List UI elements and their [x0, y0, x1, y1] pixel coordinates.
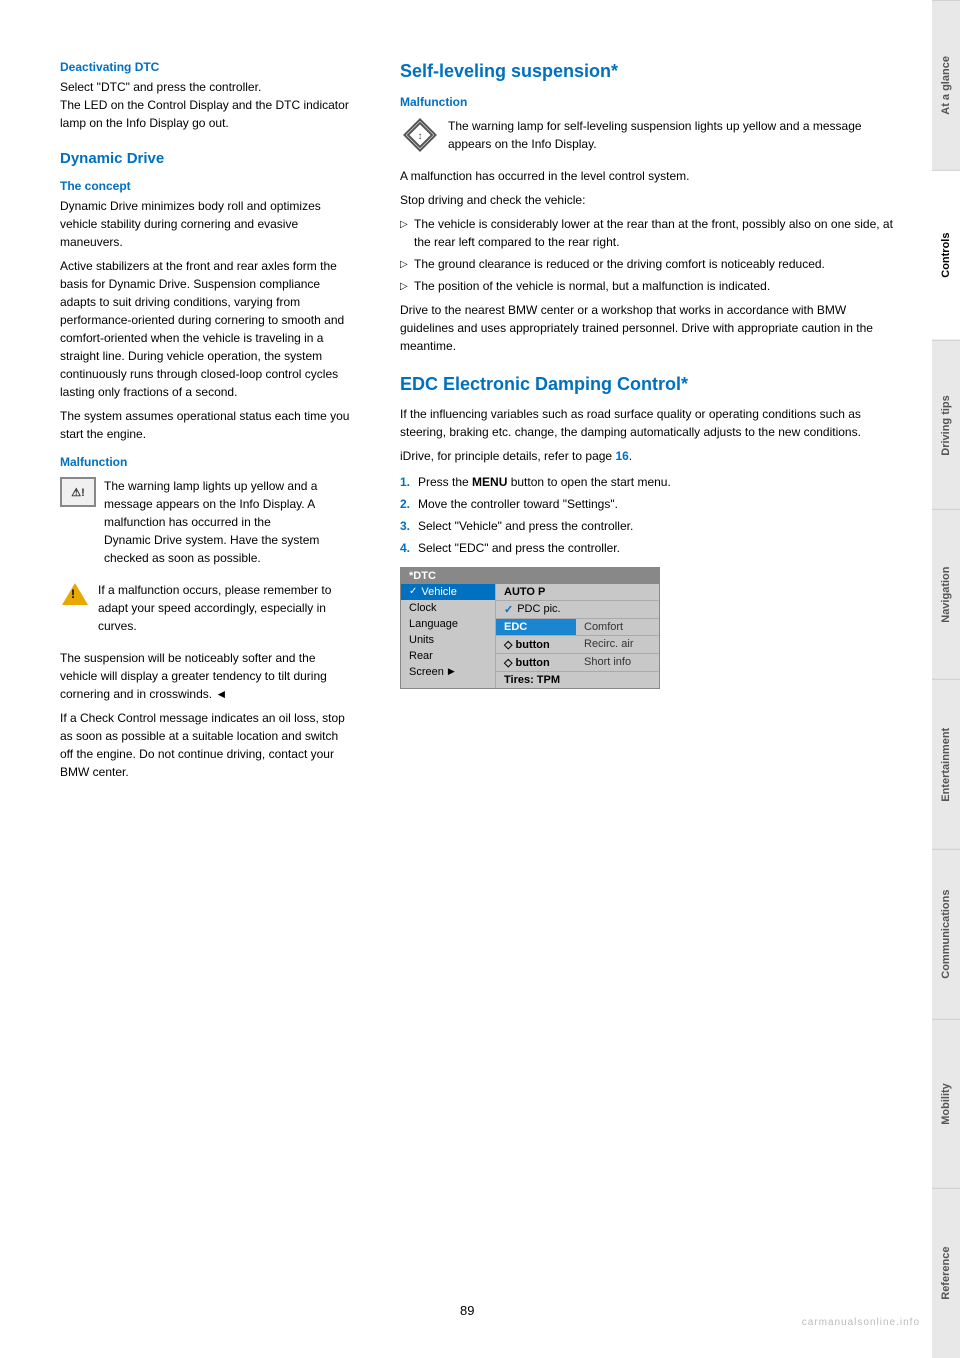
menu-edc-row: EDC Comfort [496, 619, 659, 636]
menu-tpm-right [576, 672, 659, 688]
caution-text: If a malfunction occurs, please remember… [98, 581, 350, 635]
malfunction-subheading-left: Malfunction [60, 455, 350, 469]
bullet-item-2: The ground clearance is reduced or the d… [400, 255, 902, 273]
dynamic-drive-heading: Dynamic Drive [60, 150, 350, 167]
menu-item-clock: Clock [401, 600, 495, 616]
self-leveling-warning-icon: ↕ [400, 117, 440, 153]
sidebar: At a glance Controls Driving tips Naviga… [932, 0, 960, 1358]
menu-item-vehicle: ✓ Vehicle [401, 584, 495, 600]
menu-edc-cell: EDC [496, 619, 576, 635]
self-leveling-section: Self-leveling suspension* Malfunction ↕ [400, 60, 902, 355]
concept-para-1: Dynamic Drive minimizes body roll and op… [60, 197, 350, 251]
menu-item-units: Units [401, 632, 495, 648]
sidebar-tab-at-a-glance[interactable]: At a glance [932, 0, 960, 170]
dynamic-drive-section: Dynamic Drive The concept Dynamic Drive … [60, 150, 350, 781]
bullet-item-1: The vehicle is considerably lower at the… [400, 215, 902, 251]
the-concept-subheading: The concept [60, 179, 350, 193]
self-leveling-text1: A malfunction has occurred in the level … [400, 167, 902, 185]
sidebar-tab-driving-tips[interactable]: Driving tips [932, 340, 960, 510]
edc-step-2: 2.Move the controller toward "Settings". [400, 495, 902, 513]
sidebar-tab-reference[interactable]: Reference [932, 1188, 960, 1358]
edc-step-4: 4.Select "EDC" and press the controller. [400, 539, 902, 557]
self-leveling-warning-box: ↕ The warning lamp for self-leveling sus… [400, 117, 902, 159]
menu-short-info: Short info [576, 654, 659, 671]
menu-button1: ◇ button [496, 636, 576, 653]
menu-item-rear: Rear [401, 648, 495, 664]
sidebar-tab-communications[interactable]: Communications [932, 849, 960, 1019]
menu-button-row1: ◇ button Recirc. air [496, 636, 659, 654]
menu-pdc: ✓ PDC pic. [496, 601, 659, 619]
edc-menu-screenshot: *DTC ✓ Vehicle Clock Language Units [400, 567, 660, 689]
menu-tpm: Tires: TPM [496, 672, 576, 688]
menu-comfort-cell: Comfort [576, 619, 659, 635]
self-leveling-text3: Drive to the nearest BMW center or a wor… [400, 301, 902, 355]
menu-button-row2: ◇ button Short info [496, 654, 659, 672]
edc-section: EDC Electronic Damping Control* If the i… [400, 373, 902, 688]
menu-body: ✓ Vehicle Clock Language Units Rear Scre… [401, 584, 659, 688]
deactivating-dtc-section: Deactivating DTC Select "DTC" and press … [60, 60, 350, 132]
triangle-caution-icon [60, 581, 90, 607]
edc-page-ref: 16 [615, 449, 628, 463]
menu-tpm-row: Tires: TPM [496, 672, 659, 688]
sidebar-tab-mobility[interactable]: Mobility [932, 1019, 960, 1189]
self-leveling-text2: Stop driving and check the vehicle: [400, 191, 902, 209]
deactivating-dtc-heading: Deactivating DTC [60, 60, 350, 74]
menu-item-screen: Screen ▶ [401, 664, 495, 680]
edc-idrive-ref: iDrive, for principle details, refer to … [400, 447, 902, 465]
edc-text1: If the influencing variables such as roa… [400, 405, 902, 441]
edc-steps-list: 1.Press the MENU button to open the star… [400, 473, 902, 557]
right-column: Self-leveling suspension* Malfunction ↕ [400, 60, 902, 1298]
deactivating-dtc-text: Select "DTC" and press the controller.Th… [60, 78, 350, 132]
self-leveling-bullet-list: The vehicle is considerably lower at the… [400, 215, 902, 295]
sidebar-tab-controls[interactable]: Controls [932, 170, 960, 340]
self-leveling-heading: Self-leveling suspension* [400, 60, 902, 83]
menu-recirc: Recirc. air [576, 636, 659, 653]
edc-step-1: 1.Press the MENU button to open the star… [400, 473, 902, 491]
left-column: Deactivating DTC Select "DTC" and press … [60, 60, 370, 1298]
menu-auto-p: AUTO P [496, 584, 659, 601]
menu-button2: ◇ button [496, 654, 576, 671]
caution-box: If a malfunction occurs, please remember… [60, 581, 350, 641]
menu-title-bar: *DTC [401, 568, 659, 584]
suspension-text: The suspension will be noticeably softer… [60, 649, 350, 703]
check-control-text: If a Check Control message indicates an … [60, 709, 350, 781]
menu-left-nav: ✓ Vehicle Clock Language Units Rear Scre… [401, 584, 496, 688]
sidebar-tab-navigation[interactable]: Navigation [932, 509, 960, 679]
edc-step-3: 3.Select "Vehicle" and press the control… [400, 517, 902, 535]
svg-text:↕: ↕ [418, 131, 423, 142]
page-number: 89 [460, 1303, 474, 1318]
edc-heading: EDC Electronic Damping Control* [400, 373, 902, 396]
self-leveling-warning-text: The warning lamp for self-leveling suspe… [448, 117, 902, 153]
self-leveling-malfunction-subheading: Malfunction [400, 95, 902, 109]
warning-lamp-icon: ⚠! [60, 477, 96, 507]
concept-para-3: The system assumes operational status ea… [60, 407, 350, 443]
menu-item-language: Language [401, 616, 495, 632]
warning-text-dynamic: The warning lamp lights up yellow and a … [104, 477, 350, 567]
menu-right-content: AUTO P ✓ PDC pic. EDC Comfort ◇ button R… [496, 584, 659, 688]
concept-para-2: Active stabilizers at the front and rear… [60, 257, 350, 401]
sidebar-tab-entertainment[interactable]: Entertainment [932, 679, 960, 849]
watermark: carmanualsonline.info [802, 1317, 920, 1328]
warning-box-dynamic-drive: ⚠! The warning lamp lights up yellow and… [60, 477, 350, 573]
bullet-item-3: The position of the vehicle is normal, b… [400, 277, 902, 295]
